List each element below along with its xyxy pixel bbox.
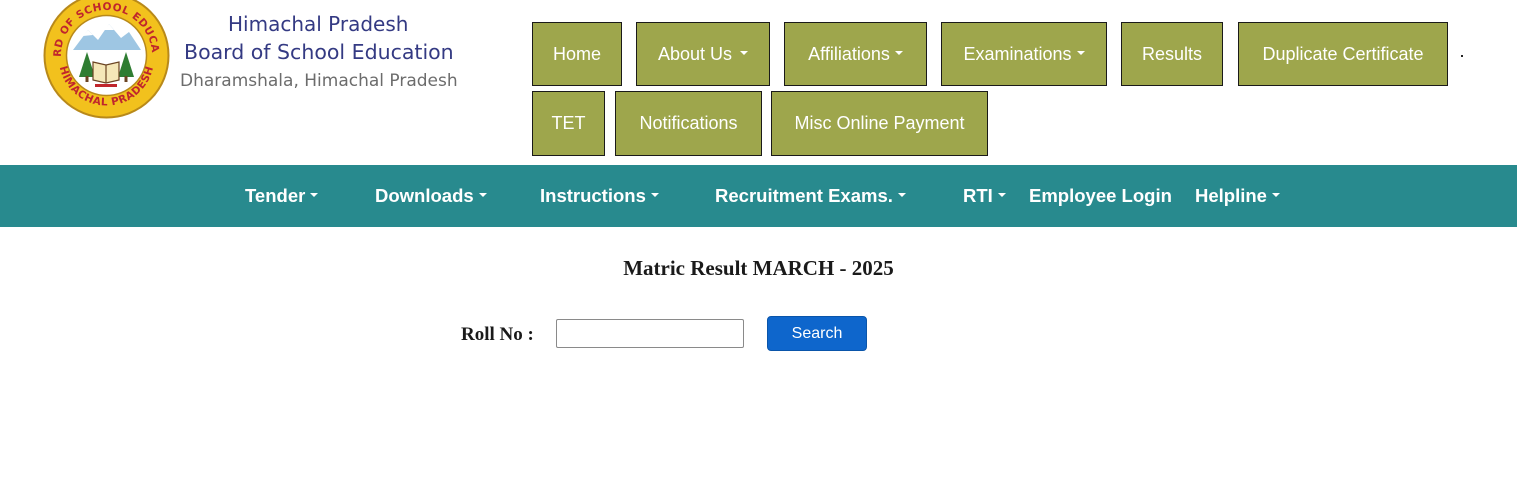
caret-down-icon	[1271, 193, 1280, 197]
top-nav-misc-online-payment[interactable]: Misc Online Payment	[771, 91, 988, 156]
main-nav-employee-login[interactable]: Employee Login	[1029, 165, 1172, 227]
brand-state: Himachal Pradesh	[228, 12, 409, 36]
hpbose-logo[interactable]: BOARD OF SCHOOL EDUCATION HIMACHAL PRADE…	[38, 0, 170, 119]
main-nav-tender[interactable]: Tender	[245, 165, 319, 227]
top-nav-notifications[interactable]: Notifications	[615, 91, 762, 156]
caret-down-icon	[478, 193, 487, 197]
caret-down-icon	[1076, 51, 1085, 55]
top-nav-examinations[interactable]: Examinations	[941, 22, 1107, 86]
roll-no-input[interactable]	[556, 319, 744, 348]
search-button[interactable]: Search	[767, 316, 867, 351]
top-nav-about-us[interactable]: About Us	[636, 22, 770, 86]
main-nav-bar: Tender Downloads Instructions Recruitmen…	[0, 165, 1517, 227]
main-nav-rti[interactable]: RTI	[963, 165, 1006, 227]
caret-down-icon	[894, 51, 903, 55]
brand-board-name: Board of School Education	[184, 40, 454, 64]
roll-no-label: Roll No :	[461, 324, 534, 345]
caret-down-icon	[897, 193, 906, 197]
caret-down-icon	[740, 51, 749, 55]
page-title: Matric Result MARCH - 2025	[623, 256, 894, 280]
caret-down-icon	[650, 193, 659, 197]
stray-dot	[1461, 55, 1463, 57]
top-nav-affiliations[interactable]: Affiliations	[784, 22, 927, 86]
caret-down-icon	[997, 193, 1006, 197]
main-nav-instructions[interactable]: Instructions	[540, 165, 659, 227]
brand-location: Dharamshala, Himachal Pradesh	[180, 71, 458, 91]
main-nav-recruitment-exams[interactable]: Recruitment Exams.	[715, 165, 906, 227]
main-nav-helpline[interactable]: Helpline	[1195, 165, 1280, 227]
top-nav-home[interactable]: Home	[532, 22, 622, 86]
main-nav-downloads[interactable]: Downloads	[375, 165, 487, 227]
caret-down-icon	[310, 193, 319, 197]
top-nav-duplicate-certificate[interactable]: Duplicate Certificate	[1238, 22, 1448, 86]
top-nav-results[interactable]: Results	[1121, 22, 1223, 86]
top-nav-tet[interactable]: TET	[532, 91, 605, 156]
